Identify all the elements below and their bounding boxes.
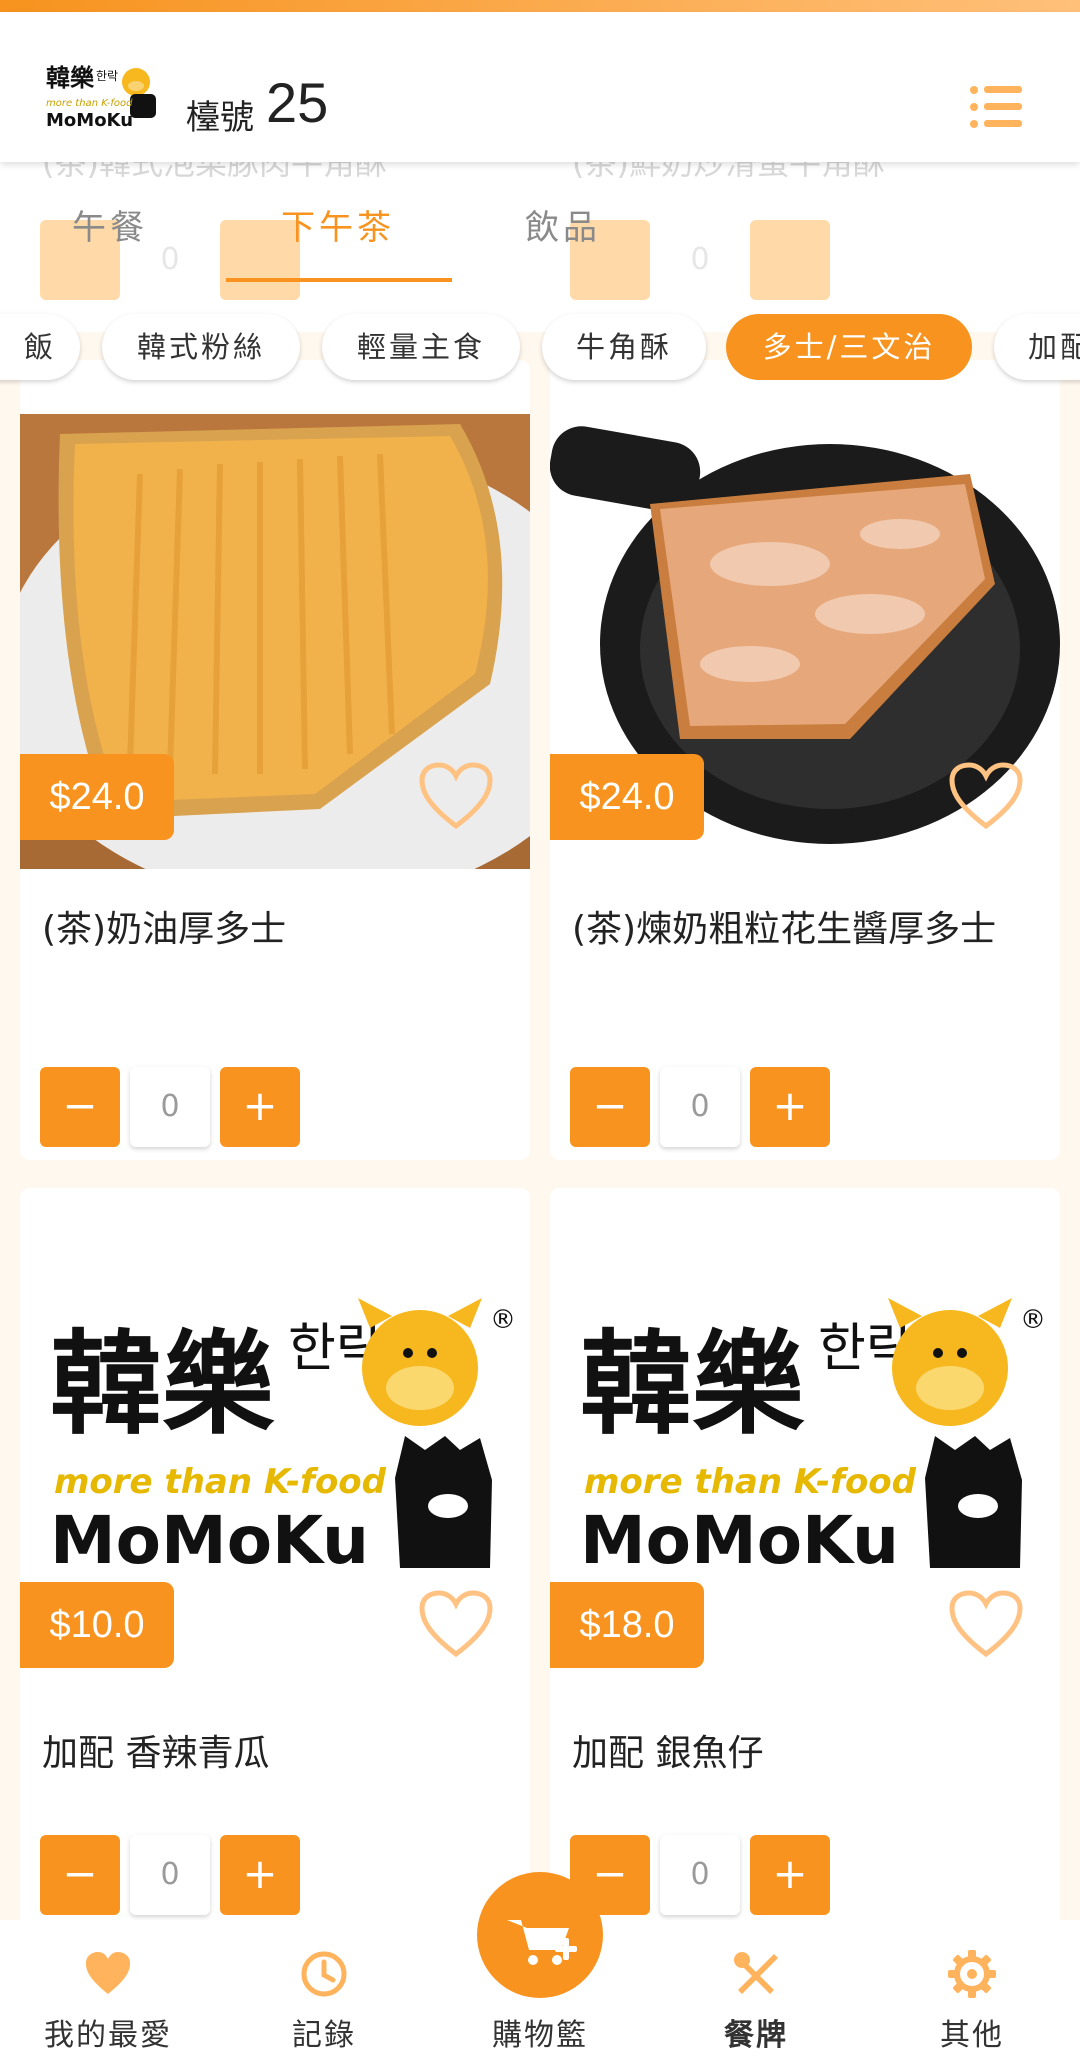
logo-text-cn: 韓樂 bbox=[580, 1320, 805, 1450]
ghost-title-right: (茶)鮮奶炒滑蛋牛角酥 bbox=[572, 162, 885, 182]
menu-item-card[interactable]: $24.0 (茶)奶油厚多士 − 0 + bbox=[20, 360, 530, 1160]
chip-rice[interactable]: 飯 bbox=[0, 314, 80, 380]
nav-label: 購物籃 bbox=[492, 2018, 588, 2053]
logo-mark: ® bbox=[1020, 1305, 1046, 1335]
logo-text-en: MoMoKu bbox=[580, 1502, 899, 1579]
ghost-title-left: (茶)韓式泡菜豚肉牛角酥 bbox=[42, 162, 387, 182]
svg-text:한락: 한락 bbox=[96, 69, 118, 83]
item-title: 加配 銀魚仔 bbox=[572, 1733, 764, 1774]
svg-text:韓樂: 韓樂 bbox=[46, 64, 95, 92]
svg-text:MoMoKu: MoMoKu bbox=[46, 110, 133, 131]
chip-croissant[interactable]: 牛角酥 bbox=[542, 314, 706, 380]
tab-lunch[interactable]: 午餐 bbox=[72, 200, 148, 249]
top-accent-bar bbox=[0, 0, 1080, 12]
nav-label: 其他 bbox=[940, 2018, 1004, 2053]
category-chips: 飯 韓式粉絲 輕量主食 牛角酥 多士/三文治 加配 bbox=[0, 310, 1080, 390]
chip-add-on[interactable]: 加配 bbox=[994, 314, 1080, 380]
increase-qty-button[interactable]: + bbox=[220, 1067, 300, 1147]
item-title: 加配 香辣青瓜 bbox=[42, 1733, 270, 1774]
nav-favorites[interactable]: 我的最愛 bbox=[0, 1920, 216, 2069]
quantity-display: 0 bbox=[130, 1067, 210, 1147]
increase-qty-button[interactable]: + bbox=[750, 1835, 830, 1915]
meal-tabs: 午餐 下午茶 飲品 bbox=[0, 190, 1080, 282]
logo-tagline: more than K-food bbox=[584, 1462, 917, 1502]
tab-afternoon-tea[interactable]: 下午茶 bbox=[281, 200, 395, 249]
item-title: (茶)煉奶粗粒花生醬厚多士 bbox=[572, 909, 997, 950]
logo-text-cn: 韓樂 bbox=[50, 1320, 275, 1450]
heart-outline-icon[interactable] bbox=[948, 1590, 1024, 1660]
cart-fab-button[interactable] bbox=[477, 1872, 603, 1998]
nav-label: 我的最愛 bbox=[44, 2018, 172, 2053]
increase-qty-button[interactable]: + bbox=[220, 1835, 300, 1915]
heart-outline-icon[interactable] bbox=[418, 1590, 494, 1660]
nav-menu[interactable]: 餐牌 bbox=[648, 1920, 864, 2069]
price-tag: $18.0 bbox=[550, 1582, 704, 1668]
logo-text-en: MoMoKu bbox=[50, 1502, 369, 1579]
momoku-logo: 韓樂 한락 more than K-food MoMoKu bbox=[44, 62, 162, 136]
table-number: 25 bbox=[266, 71, 329, 134]
quantity-display: 0 bbox=[130, 1835, 210, 1915]
chip-light-mains[interactable]: 輕量主食 bbox=[322, 314, 520, 380]
heart-icon bbox=[86, 1952, 130, 1994]
increase-qty-button[interactable]: + bbox=[750, 1067, 830, 1147]
heart-outline-icon[interactable] bbox=[948, 762, 1024, 832]
app-header: 韓樂 한락 more than K-food MoMoKu 檯號 25 bbox=[0, 12, 1080, 162]
clock-icon bbox=[301, 1951, 347, 1997]
menu-item-card[interactable]: 韓樂 한락 ® more than K-food MoMoKu $18.0 加配… bbox=[550, 1188, 1060, 1928]
gear-icon bbox=[948, 1950, 996, 1998]
nav-history[interactable]: 記錄 bbox=[216, 1920, 432, 2069]
svg-text:more than K-food: more than K-food bbox=[46, 98, 133, 109]
logo-tagline: more than K-food bbox=[54, 1462, 387, 1502]
price-tag: $24.0 bbox=[550, 754, 704, 840]
item-title: (茶)奶油厚多士 bbox=[42, 909, 287, 950]
cart-plus-icon bbox=[507, 1920, 577, 1965]
quantity-display: 0 bbox=[660, 1835, 740, 1915]
chip-toast-sandwich[interactable]: 多士/三文治 bbox=[726, 314, 972, 380]
decrease-qty-button[interactable]: − bbox=[40, 1067, 120, 1147]
price-tag: $10.0 bbox=[20, 1582, 174, 1668]
heart-outline-icon[interactable] bbox=[418, 762, 494, 832]
quantity-display: 0 bbox=[660, 1067, 740, 1147]
decrease-qty-button[interactable]: − bbox=[40, 1835, 120, 1915]
price-tag: $24.0 bbox=[20, 754, 174, 840]
decrease-qty-button[interactable]: − bbox=[570, 1067, 650, 1147]
nav-label: 餐牌 bbox=[724, 2018, 788, 2053]
utensils-icon bbox=[734, 1952, 778, 1994]
tab-drinks[interactable]: 飲品 bbox=[525, 200, 601, 249]
nav-other[interactable]: 其他 bbox=[864, 1920, 1080, 2069]
nav-label: 記錄 bbox=[292, 2018, 356, 2053]
list-menu-icon[interactable] bbox=[968, 82, 1024, 132]
chip-korean-glass-noodles[interactable]: 韓式粉絲 bbox=[102, 314, 300, 380]
logo-mark: ® bbox=[490, 1305, 516, 1335]
active-tab-indicator bbox=[226, 278, 452, 282]
table-label: 檯號 bbox=[186, 98, 254, 138]
menu-item-card[interactable]: $24.0 (茶)煉奶粗粒花生醬厚多士 − 0 + bbox=[550, 360, 1060, 1160]
menu-item-card[interactable]: 韓樂 한락 ® more than K-food MoMoKu $10.0 加配… bbox=[20, 1188, 530, 1928]
